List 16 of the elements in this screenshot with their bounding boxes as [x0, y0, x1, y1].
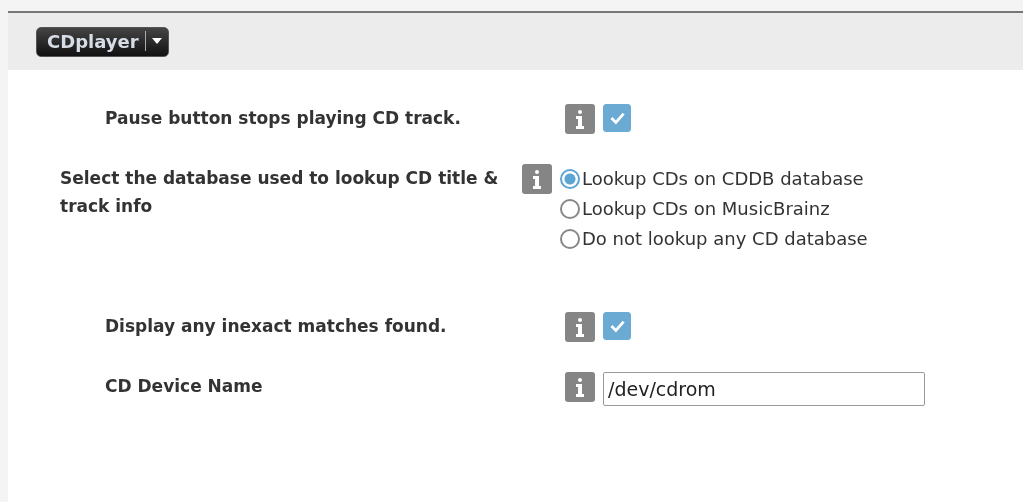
radio-option[interactable]: Lookup CDs on MusicBrainz — [560, 194, 868, 224]
checkbox[interactable] — [603, 104, 631, 132]
info-icon[interactable] — [565, 312, 595, 342]
setting-label: Display any inexact matches found. — [104, 315, 448, 338]
input-field[interactable]: /dev/cdrom — [603, 372, 925, 406]
setting-label: Pause button stops playing CD track. — [104, 107, 462, 130]
info-icon[interactable] — [522, 164, 552, 194]
radio-option[interactable]: Do not lookup any CD database — [560, 224, 868, 254]
setting-label: CD Device Name — [104, 375, 264, 398]
checkbox[interactable] — [603, 312, 631, 340]
info-icon[interactable] — [565, 104, 595, 134]
radio-option[interactable]: Lookup CDs on CDDB database — [560, 164, 868, 194]
menu-button[interactable]: CDplayer — [36, 26, 169, 57]
setting-label: Select the database used to lookup CD title & track info — [59, 167, 500, 218]
caret-icon — [151, 38, 162, 44]
info-icon[interactable] — [565, 372, 595, 402]
